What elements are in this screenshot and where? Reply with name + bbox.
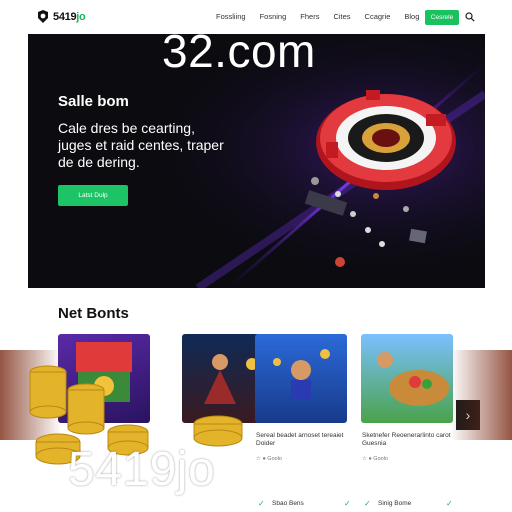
logo-icon bbox=[38, 10, 48, 23]
check-icon: ✓ bbox=[258, 499, 265, 508]
hero-watermark-text: 32.com bbox=[162, 34, 316, 77]
hero-title: Salle bom bbox=[58, 93, 129, 110]
nav-link-5[interactable]: Ccagrie bbox=[365, 12, 391, 21]
check-icon: ✓ bbox=[364, 499, 371, 508]
card-meta-3: ☆ ● Goolo bbox=[256, 456, 282, 462]
hero-subtitle: Cale dres be cearting, juges et raid cen… bbox=[58, 120, 224, 170]
logo-text-accent: jo bbox=[76, 10, 86, 23]
nav-cta-button[interactable]: Cesrele bbox=[425, 10, 459, 25]
footer-item-1[interactable]: Sbao Bens bbox=[272, 500, 304, 507]
roulette-wheel-icon bbox=[316, 90, 456, 190]
logo-text: 5419jo bbox=[53, 10, 86, 23]
nav-links: Fossliing Fosning Fhers Cites Ccagrie Bl… bbox=[216, 12, 433, 21]
hero-cta-button[interactable]: Latst Dulp bbox=[58, 185, 128, 206]
footer-item-2[interactable]: Sinig Bome bbox=[378, 500, 411, 507]
nav-link-blog[interactable]: Blog bbox=[404, 12, 419, 21]
nav-link-4[interactable]: Cites bbox=[333, 12, 350, 21]
card-meta-4: ☆ ● Goolo bbox=[362, 456, 388, 462]
logo[interactable]: 5419jo bbox=[36, 10, 86, 23]
hero-banner: 32.com Salle bom Cale dres be cearting, … bbox=[28, 34, 485, 288]
nav-link-2[interactable]: Fosning bbox=[260, 12, 287, 21]
search-icon[interactable] bbox=[465, 12, 475, 22]
overlay-brand-text: 5419jo bbox=[68, 443, 216, 496]
nav-link-1[interactable]: Fossliing bbox=[216, 12, 246, 21]
section-title: Net Bonts bbox=[58, 305, 129, 322]
nav-link-3[interactable]: Fhers bbox=[300, 12, 319, 21]
check-icon: ✓ bbox=[344, 499, 351, 508]
top-nav: 5419jo Fossliing Fosning Fhers Cites Cca… bbox=[0, 0, 512, 34]
check-icon: ✓ bbox=[446, 499, 453, 508]
